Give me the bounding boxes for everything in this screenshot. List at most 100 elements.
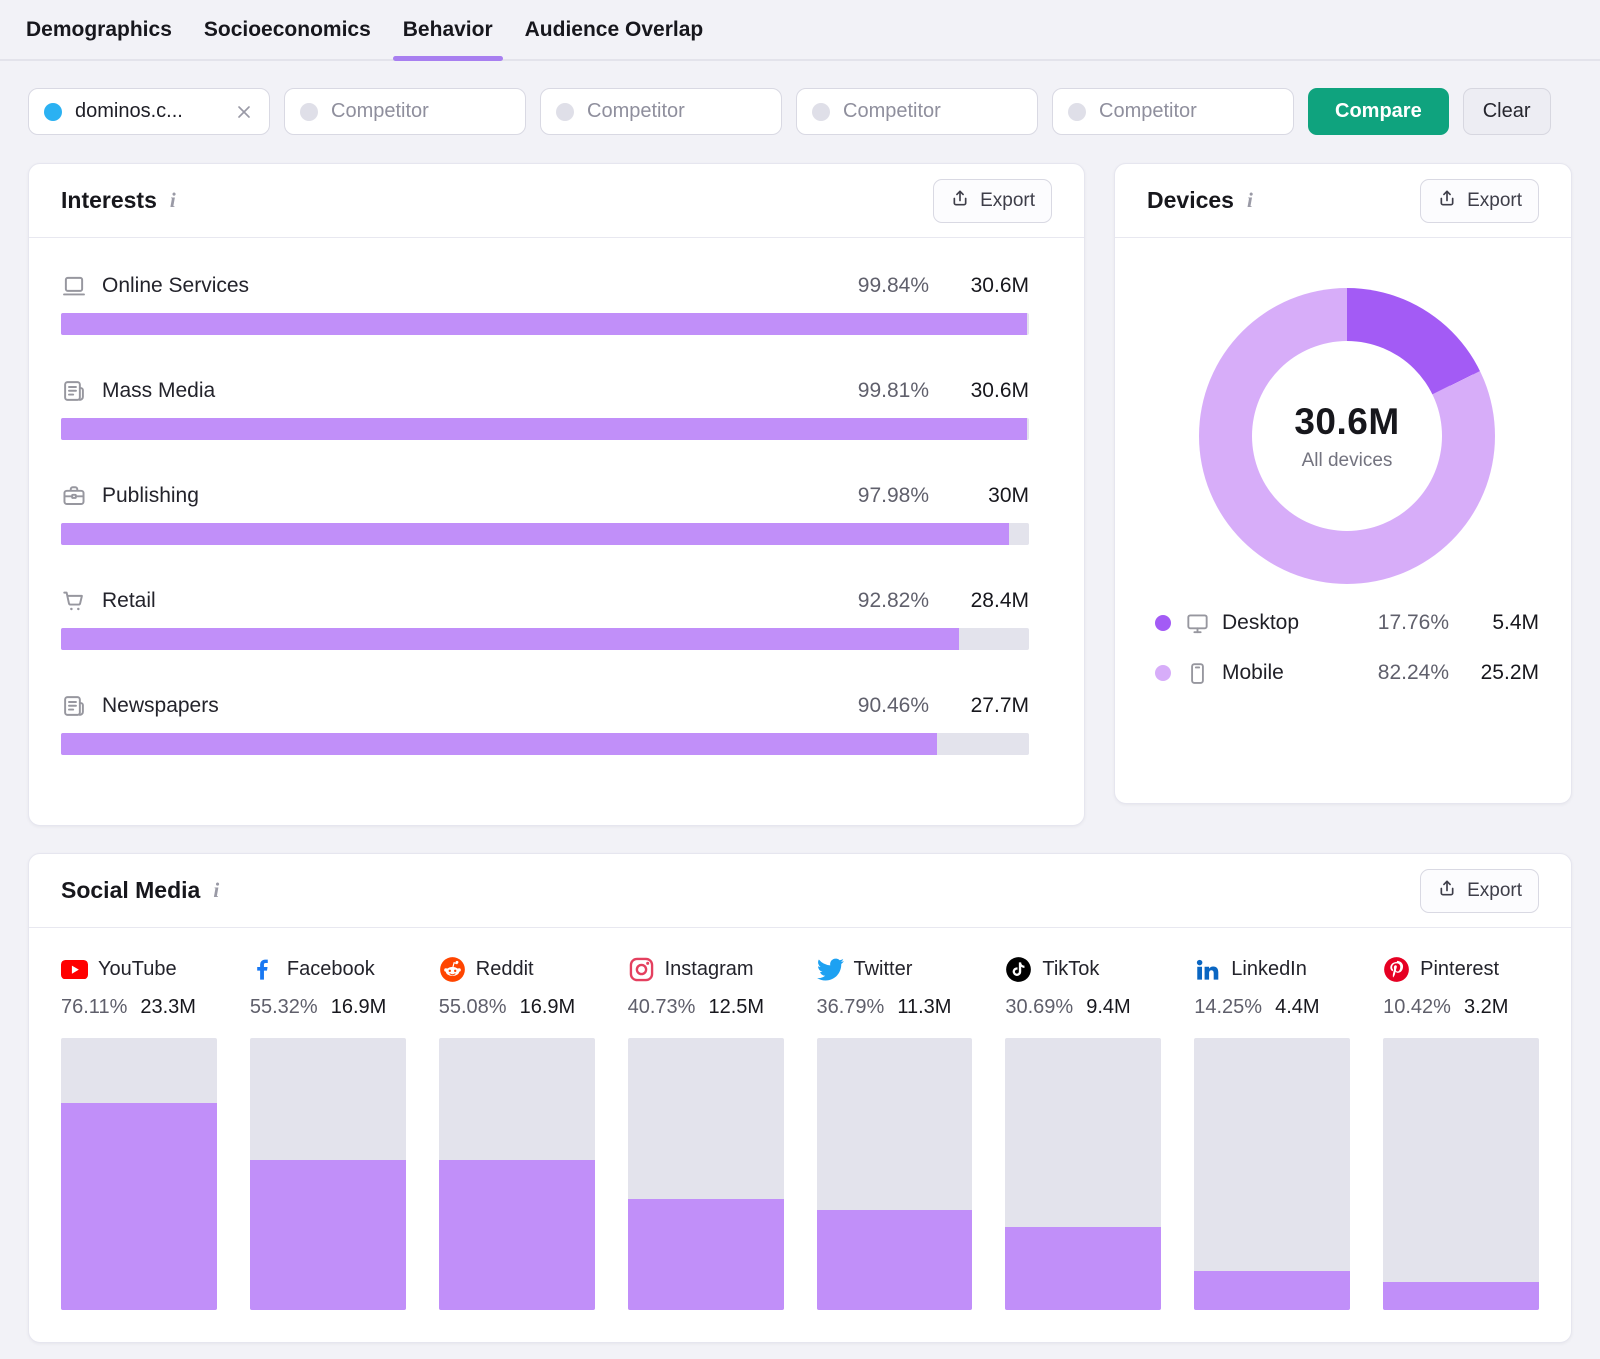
interest-value: 30.6M: [970, 379, 1029, 402]
laptop-icon: [61, 273, 87, 299]
tiktok-icon: [1005, 956, 1032, 983]
export-button[interactable]: Export: [1420, 178, 1539, 223]
info-icon[interactable]: i: [213, 878, 219, 903]
info-icon[interactable]: i: [170, 188, 176, 213]
platform-name-row: Pinterest: [1383, 956, 1539, 983]
interest-row: Mass Media 99.81% 30.6M: [61, 378, 1029, 440]
platform-name-row: TikTok: [1005, 956, 1161, 983]
platform-stats: 55.32% 16.9M: [250, 996, 406, 1019]
social-card-header: Social Media i Export: [29, 854, 1571, 928]
info-icon[interactable]: i: [1247, 188, 1253, 213]
competitor-input[interactable]: Competitor: [540, 88, 782, 135]
interest-label: Mass Media: [102, 379, 216, 402]
newspaper-icon: [61, 693, 87, 719]
social-media-card: Social Media i Export YouTube 76.11% 23.3M…: [28, 853, 1572, 1343]
social-platform-column: Reddit 55.08% 16.9M: [438, 956, 595, 1310]
interest-row: Newspapers 90.46% 27.7M: [61, 693, 1029, 755]
top-cards-row: Interests i Export Online Services 99.84%…: [28, 163, 1572, 826]
platform-bar-fill: [627, 1199, 784, 1310]
platform-value: 16.9M: [519, 996, 576, 1018]
platform-percent: 40.73%: [627, 996, 696, 1018]
domain-input[interactable]: dominos.c...: [28, 88, 270, 135]
interest-bar-track: [61, 418, 1029, 440]
platform-stats: 30.69% 9.4M: [1005, 996, 1161, 1019]
device-percent: 82.24%: [1377, 661, 1449, 684]
competitor-input[interactable]: Competitor: [1052, 88, 1294, 135]
platform-name: YouTube: [98, 958, 177, 980]
competitor-placeholder: Competitor: [331, 100, 429, 122]
tab-demographics[interactable]: Demographics: [24, 0, 174, 59]
platform-bar-track: [627, 1038, 784, 1310]
platform-value: 12.5M: [708, 996, 765, 1018]
upload-icon: [1437, 188, 1457, 214]
social-body: YouTube 76.11% 23.3M Facebook 55.32% 16.9M Red…: [29, 928, 1571, 1310]
donut-total-value: 30.6M: [1294, 400, 1400, 442]
interest-bar-fill: [61, 628, 960, 650]
upload-icon: [1437, 878, 1457, 904]
platform-bar-track: [1383, 1038, 1539, 1310]
platform-bar-fill: [438, 1160, 595, 1310]
device-value: 5.4M: [1492, 611, 1539, 634]
interest-bar-fill: [61, 733, 937, 755]
interest-percent: 92.82%: [857, 589, 929, 612]
interest-row: Online Services 99.84% 30.6M: [61, 273, 1029, 335]
placeholder-dot-icon: [556, 102, 574, 121]
platform-bar-track: [1005, 1038, 1162, 1310]
competitor-placeholder: Competitor: [1099, 100, 1197, 122]
platform-percent: 36.79%: [816, 996, 885, 1018]
platform-name: Reddit: [475, 958, 534, 980]
social-platform-column: YouTube 76.11% 23.3M: [61, 956, 217, 1310]
competitor-input[interactable]: Competitor: [284, 88, 526, 135]
export-button[interactable]: Export: [1420, 868, 1539, 913]
platform-percent: 55.08%: [438, 996, 507, 1018]
competitor-placeholder: Competitor: [587, 100, 685, 122]
desktop-icon: [1185, 611, 1210, 636]
export-button[interactable]: Export: [933, 178, 1052, 223]
devices-card: Devices i Export 30.6M All devices Deskt…: [1114, 163, 1572, 804]
interest-row: Retail 92.82% 28.4M: [61, 588, 1029, 650]
platform-name: TikTok: [1042, 958, 1100, 980]
devices-title: Devices: [1147, 187, 1234, 213]
instagram-icon: [628, 956, 655, 983]
social-media-title: Social Media: [61, 877, 201, 903]
compare-button[interactable]: Compare: [1308, 88, 1449, 135]
export-label: Export: [1467, 189, 1522, 211]
interest-bar-track: [61, 313, 1029, 335]
platform-name: Pinterest: [1420, 958, 1500, 980]
social-platform-column: Twitter 36.79% 11.3M: [816, 956, 973, 1310]
device-label: Desktop: [1222, 611, 1300, 634]
device-legend-row: Mobile 82.24% 25.2M: [1155, 648, 1539, 698]
interest-row-header: Mass Media 99.81% 30.6M: [61, 378, 1029, 404]
devices-card-header: Devices i Export: [1115, 164, 1571, 238]
interest-row-header: Newspapers 90.46% 27.7M: [61, 693, 1029, 719]
donut-total-label: All devices: [1301, 449, 1393, 471]
interest-label: Online Services: [102, 274, 250, 297]
platform-value: 23.3M: [140, 996, 196, 1018]
briefcase-icon: [61, 483, 87, 509]
interests-list: Online Services 99.84% 30.6M Mass Media 99.8…: [29, 238, 1084, 755]
clear-button[interactable]: Clear: [1462, 88, 1551, 135]
placeholder-dot-icon: [1068, 102, 1086, 121]
tab-audience-overlap[interactable]: Audience Overlap: [523, 0, 706, 59]
platform-value: 3.2M: [1463, 996, 1509, 1018]
platform-percent: 10.42%: [1383, 996, 1451, 1018]
linkedin-icon: [1194, 956, 1221, 983]
platform-bar-fill: [1194, 1271, 1351, 1310]
tab-behavior[interactable]: Behavior: [392, 0, 503, 61]
cart-icon: [61, 588, 87, 614]
interest-bar-track: [61, 628, 1029, 650]
facebook-icon: [250, 956, 277, 983]
mobile-icon: [1185, 661, 1210, 686]
platform-bar-fill: [1005, 1226, 1162, 1310]
interest-value: 30M: [988, 484, 1029, 507]
close-icon[interactable]: [234, 102, 254, 122]
upload-icon: [950, 188, 970, 214]
social-platform-column: Facebook 55.32% 16.9M: [249, 956, 406, 1310]
interest-percent: 97.98%: [857, 484, 929, 507]
interest-bar-fill: [61, 523, 1010, 545]
device-label: Mobile: [1222, 661, 1284, 684]
social-platform-column: Instagram 40.73% 12.5M: [627, 956, 784, 1310]
competitor-input[interactable]: Competitor: [796, 88, 1038, 135]
tab-socioeconomics[interactable]: Socioeconomics: [202, 0, 373, 59]
interest-row-header: Retail 92.82% 28.4M: [61, 588, 1029, 614]
